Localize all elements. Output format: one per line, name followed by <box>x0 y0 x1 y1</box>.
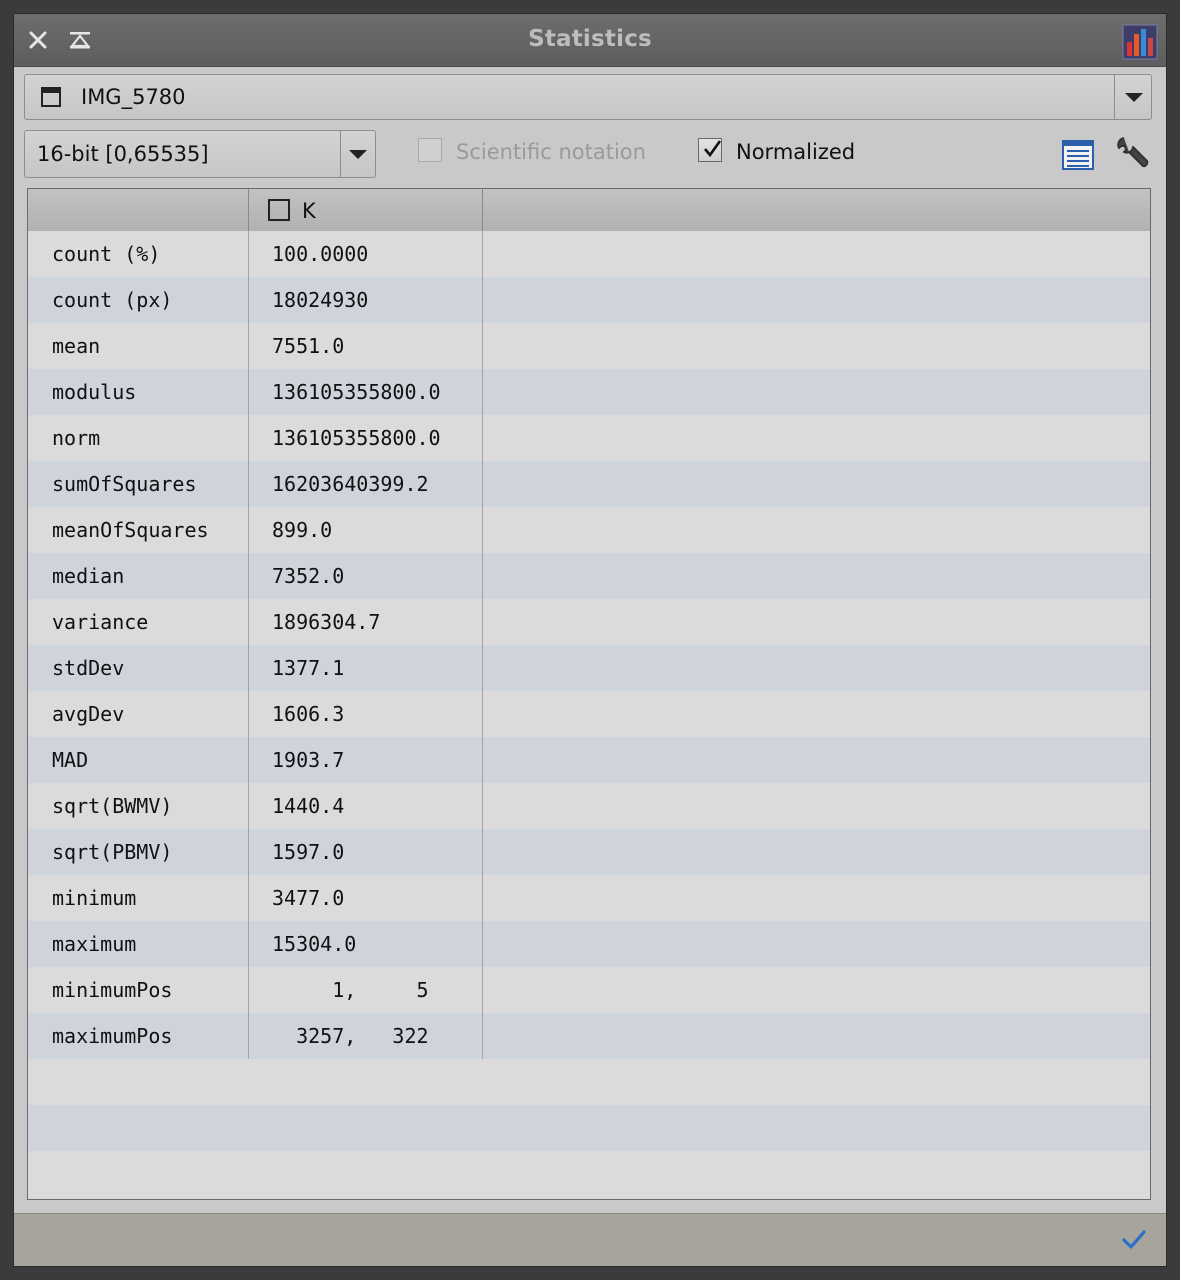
image-select-value: IMG_5780 <box>81 85 186 109</box>
table-row[interactable]: avgDev 1606.3 <box>28 691 1150 737</box>
column-separator[interactable] <box>482 189 483 231</box>
wrench-icon[interactable] <box>1116 136 1150 170</box>
checkbox-box[interactable] <box>698 138 722 162</box>
column-separator[interactable] <box>248 189 249 231</box>
stat-name: median <box>52 564 125 588</box>
table-row[interactable]: variance 1896304.7 <box>28 599 1150 645</box>
stat-name: count (%) <box>52 242 161 266</box>
checkmark-icon <box>704 140 722 158</box>
table-row[interactable]: count (px) 18024930 <box>28 277 1150 323</box>
stat-value: 16203640399.2 <box>272 472 429 496</box>
statistics-app-icon <box>1122 24 1158 60</box>
table-row[interactable]: mean 7551.0 <box>28 323 1150 369</box>
table-row[interactable]: count (%) 100.0000 <box>28 231 1150 277</box>
channel-checkbox[interactable] <box>268 199 290 221</box>
image-select[interactable]: IMG_5780 <box>24 74 1152 120</box>
stat-value: 3257, 322 <box>272 1024 429 1048</box>
checkbox-box[interactable] <box>418 138 442 162</box>
table-row[interactable]: MAD 1903.7 <box>28 737 1150 783</box>
image-window-icon <box>41 87 61 107</box>
status-bar <box>14 1213 1166 1266</box>
table-row[interactable]: meanOfSquares 899.0 <box>28 507 1150 553</box>
stat-name: meanOfSquares <box>52 518 209 542</box>
table-rows: count (%) 100.0000 count (px) 18024930 mean 7… <box>28 231 1150 1197</box>
table-row[interactable]: maximumPos 3257, 322 <box>28 1013 1150 1059</box>
title-bar[interactable]: Statistics <box>14 14 1166 67</box>
stat-name: avgDev <box>52 702 125 726</box>
stat-name: norm <box>52 426 101 450</box>
window-title: Statistics <box>528 26 652 52</box>
stat-value: 136105355800.0 <box>272 380 441 404</box>
channel-header-label: K <box>302 199 316 223</box>
chevron-down-icon <box>349 150 367 159</box>
stat-name: minimum <box>52 886 137 910</box>
column-divider <box>482 231 483 1059</box>
stat-name: sumOfSquares <box>52 472 197 496</box>
stat-value: 7551.0 <box>272 334 345 358</box>
stat-name: MAD <box>52 748 89 772</box>
stat-value: 7352.0 <box>272 564 345 588</box>
stat-name: sqrt(BWMV) <box>52 794 173 818</box>
table-row[interactable]: median 7352.0 <box>28 553 1150 599</box>
stat-name: count (px) <box>52 288 173 312</box>
stat-value: 1597.0 <box>272 840 345 864</box>
table-row[interactable]: minimum 3477.0 <box>28 875 1150 921</box>
stat-value: 18024930 <box>272 288 369 312</box>
normalized-label: Normalized <box>736 140 856 164</box>
stat-name: maximumPos <box>52 1024 173 1048</box>
stat-value: 100.0000 <box>272 242 369 266</box>
table-row[interactable]: stdDev 1377.1 <box>28 645 1150 691</box>
table-row[interactable]: minimumPos 1, 5 <box>28 967 1150 1013</box>
table-row[interactable] <box>28 1105 1150 1151</box>
table-header: K <box>28 189 1150 232</box>
stat-value: 1, 5 <box>272 978 429 1002</box>
stat-value: 899.0 <box>272 518 333 542</box>
checkmark-ok-icon[interactable] <box>1120 1226 1148 1254</box>
stat-name: variance <box>52 610 149 634</box>
chevron-down-icon <box>1125 93 1143 102</box>
stat-value: 136105355800.0 <box>272 426 441 450</box>
stat-name: maximum <box>52 932 137 956</box>
stat-value: 15304.0 <box>272 932 357 956</box>
scientific-notation-label: Scientific notation <box>456 140 646 164</box>
range-select-dropdown-button[interactable] <box>340 131 375 177</box>
table-row[interactable]: norm 136105355800.0 <box>28 415 1150 461</box>
table-row[interactable]: maximum 15304.0 <box>28 921 1150 967</box>
table-row[interactable] <box>28 1059 1150 1105</box>
stat-value: 1606.3 <box>272 702 345 726</box>
stat-name: modulus <box>52 380 137 404</box>
stat-name: sqrt(PBMV) <box>52 840 173 864</box>
stat-name: minimumPos <box>52 978 173 1002</box>
column-divider <box>248 231 249 1059</box>
stat-value: 1440.4 <box>272 794 345 818</box>
stat-value: 1896304.7 <box>272 610 381 634</box>
range-select-value: 16-bit [0,65535] <box>37 142 209 166</box>
table-row[interactable]: sqrt(PBMV) 1597.0 <box>28 829 1150 875</box>
stat-name: mean <box>52 334 101 358</box>
stat-value: 1903.7 <box>272 748 345 772</box>
table-row[interactable]: sumOfSquares 16203640399.2 <box>28 461 1150 507</box>
list-view-icon[interactable] <box>1062 140 1094 170</box>
image-select-dropdown-button[interactable] <box>1114 75 1151 119</box>
table-row[interactable]: modulus 136105355800.0 <box>28 369 1150 415</box>
range-select[interactable]: 16-bit [0,65535] <box>24 130 376 178</box>
stat-value: 1377.1 <box>272 656 345 680</box>
stat-value: 3477.0 <box>272 886 345 910</box>
statistics-table: K count (%) 100.0000 count (px) 18024930 mea… <box>27 188 1151 1200</box>
table-row[interactable] <box>28 1151 1150 1197</box>
stat-name: stdDev <box>52 656 125 680</box>
statistics-window: Statistics IMG_5780 16-bit [0,65535] Sci… <box>14 14 1166 1266</box>
table-row[interactable]: sqrt(BWMV) 1440.4 <box>28 783 1150 829</box>
